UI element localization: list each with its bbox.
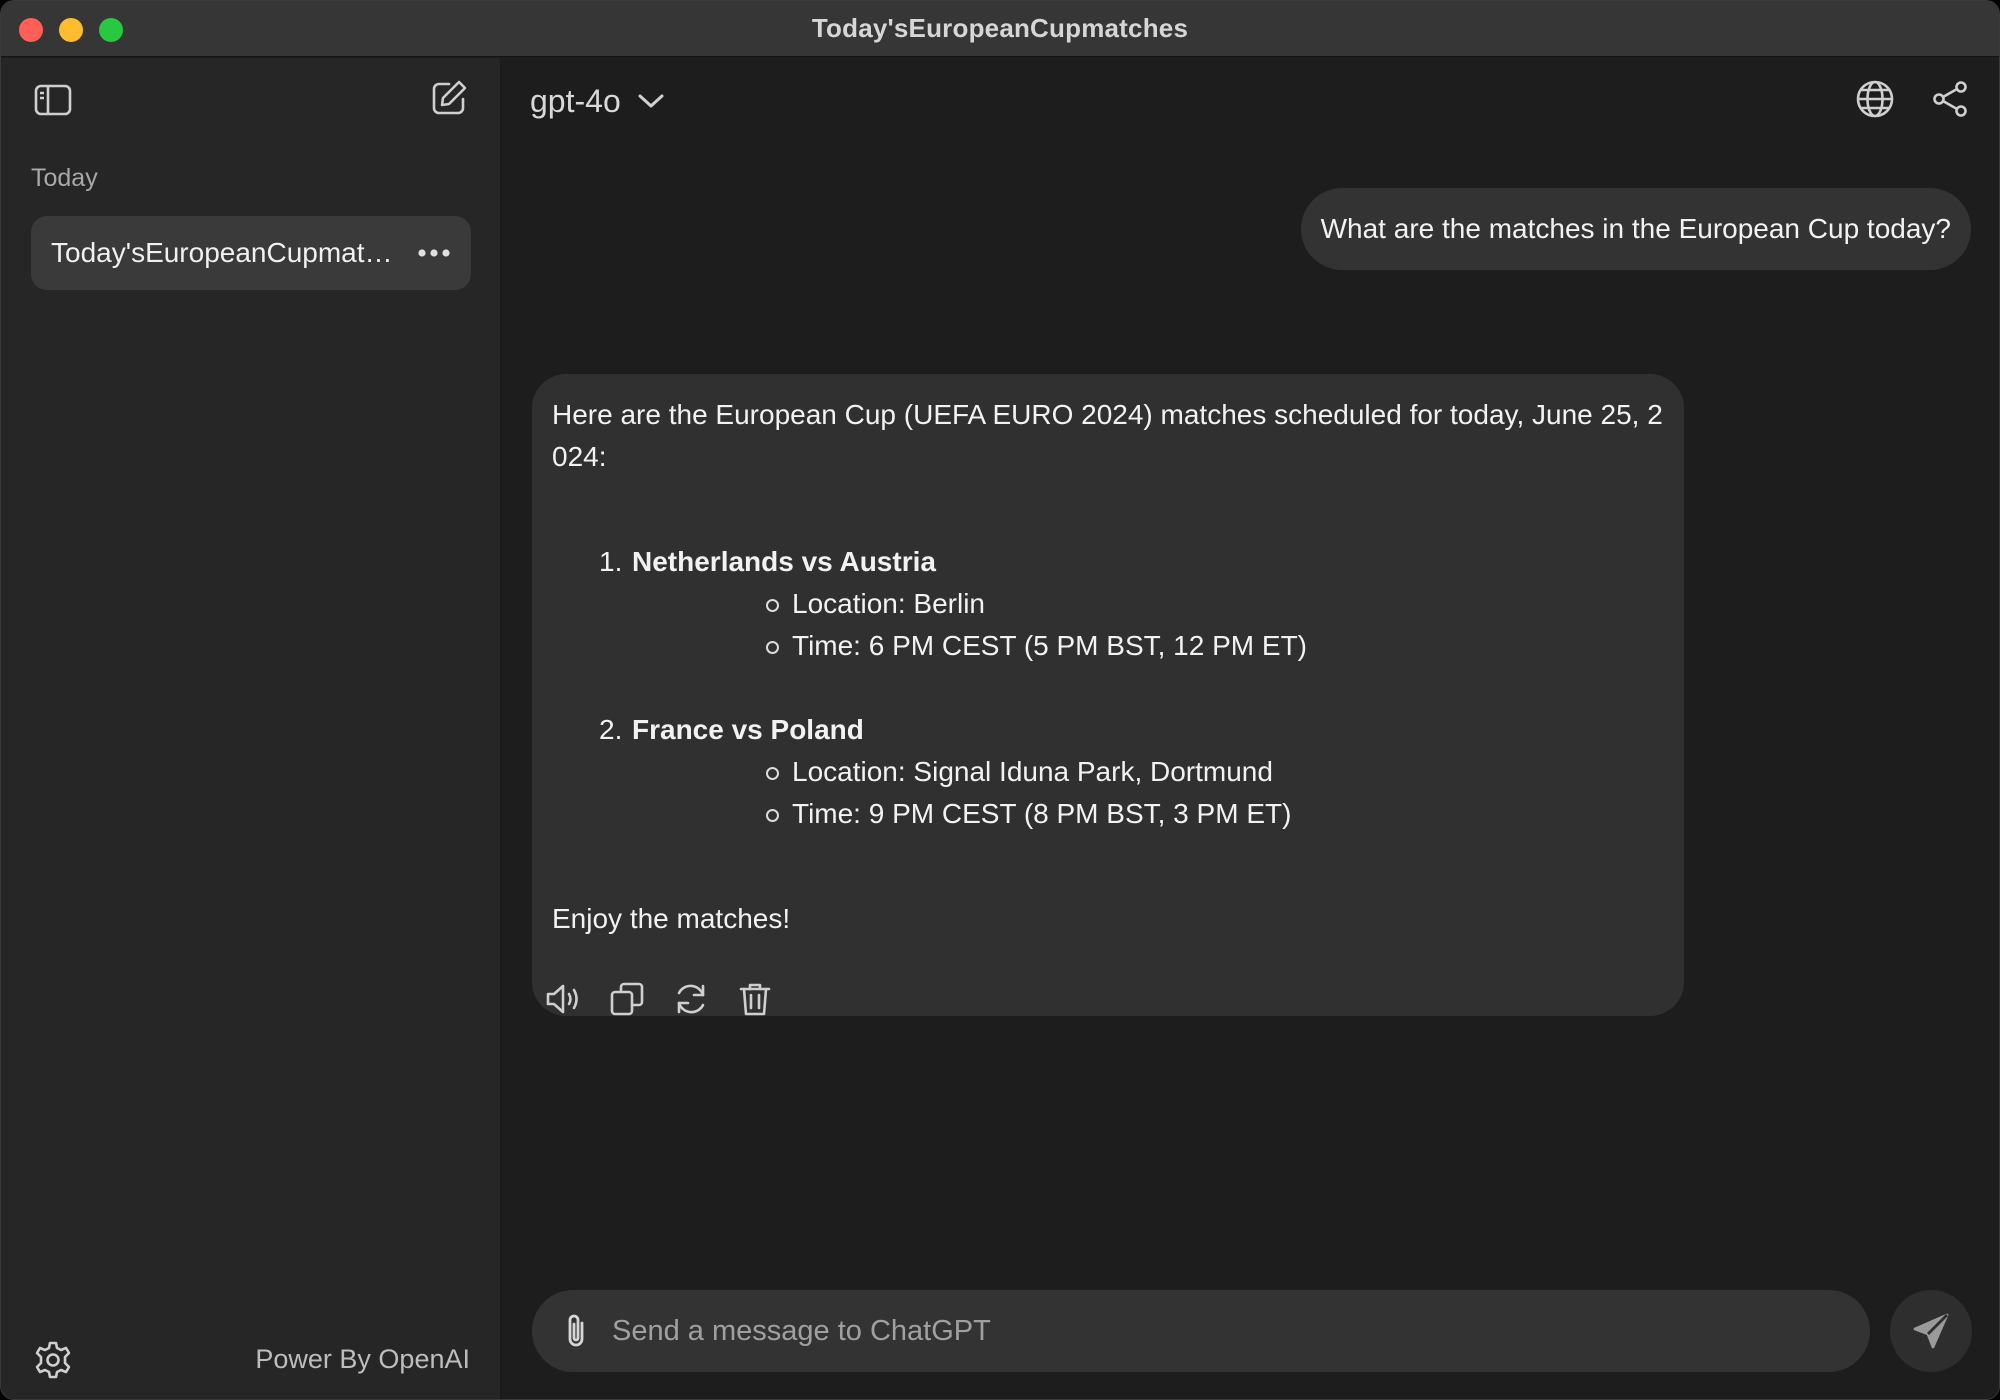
user-message: What are the matches in the European Cup… xyxy=(1300,188,1971,270)
app-window: Today'sEuropeanCupmatches Today Today'sE… xyxy=(0,0,2000,1400)
model-selector[interactable]: gpt-4o xyxy=(530,76,665,126)
match-time: Time: 6 PM CEST (5 PM BST, 12 PM ET) xyxy=(632,625,1664,667)
close-window-button[interactable] xyxy=(19,18,43,42)
title-bar: Today'sEuropeanCupmatches xyxy=(1,1,1999,57)
chat-item-label: Today'sEuropeanCupmatches xyxy=(51,237,401,268)
minimize-window-button[interactable] xyxy=(59,18,83,42)
send-button[interactable] xyxy=(1890,1290,1972,1372)
window-controls xyxy=(19,18,123,42)
match-item: 1. Netherlands vs Austria Location: Berl… xyxy=(552,541,1664,667)
gear-icon xyxy=(33,1340,73,1380)
copy-icon[interactable] xyxy=(606,978,648,1020)
settings-button[interactable] xyxy=(31,1338,75,1382)
assistant-intro: Here are the European Cup (UEFA EURO 202… xyxy=(552,399,1663,472)
powered-by-label: Power By OpenAI xyxy=(255,1344,470,1374)
maximize-window-button[interactable] xyxy=(99,18,123,42)
assistant-message: Here are the European Cup (UEFA EURO 202… xyxy=(532,374,1684,1016)
sidebar: Today Today'sEuropeanCupmatches Power By… xyxy=(1,58,501,1399)
web-search-button[interactable] xyxy=(1852,76,1898,122)
match-title: France vs Poland xyxy=(632,714,864,745)
match-number: 1. xyxy=(599,546,623,577)
chat-area: gpt-4o What are the matches in the Europ… xyxy=(502,58,1999,1399)
message-input[interactable] xyxy=(612,1290,1842,1372)
match-list: 1. Netherlands vs Austria Location: Berl… xyxy=(552,541,1664,835)
send-icon xyxy=(1911,1311,1951,1351)
new-chat-button[interactable] xyxy=(427,76,471,120)
regenerate-icon[interactable] xyxy=(670,978,712,1020)
sidebar-chat-item[interactable]: Today'sEuropeanCupmatches xyxy=(31,216,471,290)
match-item: 2. France vs Poland Location: Signal Idu… xyxy=(552,709,1664,835)
speaker-icon[interactable] xyxy=(542,978,584,1020)
share-button[interactable] xyxy=(1927,76,1973,122)
sidebar-toggle-icon xyxy=(33,80,73,120)
window-title: Today'sEuropeanCupmatches xyxy=(811,13,1189,43)
sidebar-toggle-button[interactable] xyxy=(31,78,75,122)
chevron-down-icon xyxy=(637,92,665,110)
match-time: Time: 9 PM CEST (8 PM BST, 3 PM ET) xyxy=(632,793,1664,835)
message-composer xyxy=(532,1290,1870,1372)
share-icon xyxy=(1929,78,1971,120)
paperclip-icon[interactable] xyxy=(554,1309,598,1353)
new-chat-icon xyxy=(429,78,469,118)
match-title: Netherlands vs Austria xyxy=(632,546,936,577)
match-location: Location: Signal Iduna Park, Dortmund xyxy=(632,751,1664,793)
history-section-label: Today xyxy=(31,164,98,192)
match-location: Location: Berlin xyxy=(632,583,1664,625)
more-icon[interactable] xyxy=(415,234,453,272)
globe-icon xyxy=(1854,78,1896,120)
trash-icon[interactable] xyxy=(734,978,776,1020)
assistant-outro: Enjoy the matches! xyxy=(552,903,791,934)
match-number: 2. xyxy=(599,714,623,745)
model-name: gpt-4o xyxy=(530,82,621,119)
message-actions xyxy=(542,978,776,1020)
